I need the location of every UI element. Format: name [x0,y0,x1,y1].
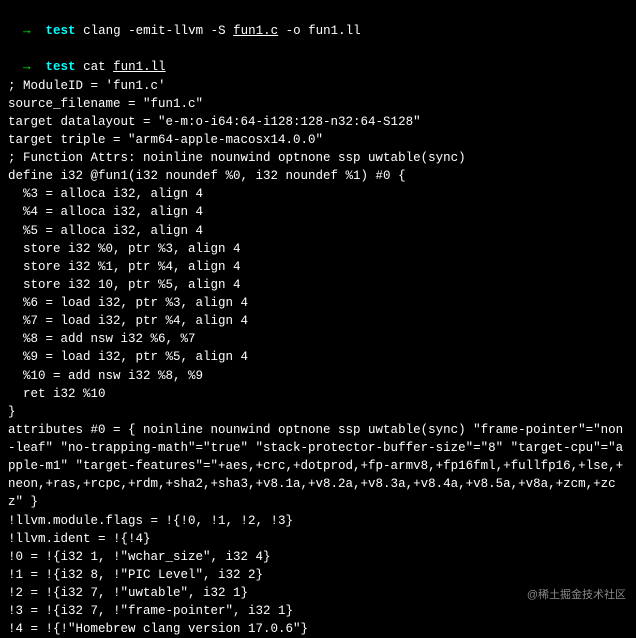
output-line: store i32 10, ptr %5, align 4 [8,276,628,294]
output-line: store i32 %0, ptr %3, align 4 [8,240,628,258]
output-line: attributes #0 = { noinline nounwind optn… [8,421,628,512]
output-line: %10 = add nsw i32 %8, %9 [8,367,628,385]
prompt-dir: test [46,60,76,74]
output-line: store i32 %1, ptr %4, align 4 [8,258,628,276]
prompt-line-1[interactable]: → test clang -emit-llvm -S fun1.c -o fun… [8,4,628,40]
command-text: clang -emit-llvm -S fun1.c -o fun1.ll [83,24,361,38]
prompt-line-2[interactable]: → test cat fun1.ll [8,40,628,76]
output-line: define i32 @fun1(i32 noundef %0, i32 nou… [8,167,628,185]
output-line: !3 = !{i32 7, !"frame-pointer", i32 1} [8,602,628,620]
output-line: !4 = !{!"Homebrew clang version 17.0.6"} [8,620,628,638]
output-line: target triple = "arm64-apple-macosx14.0.… [8,131,628,149]
output-line: ; Function Attrs: noinline nounwind optn… [8,149,628,167]
output-line: target datalayout = "e-m:o-i64:64-i128:1… [8,113,628,131]
cmd-suffix: -o fun1.ll [278,24,361,38]
command-text: cat fun1.ll [83,60,166,74]
prompt-arrow: → [23,60,31,74]
output-line: !0 = !{i32 1, !"wchar_size", i32 4} [8,548,628,566]
output-line: %4 = alloca i32, align 4 [8,203,628,221]
output-line: source_filename = "fun1.c" [8,95,628,113]
output-line: !llvm.module.flags = !{!0, !1, !2, !3} [8,512,628,530]
cmd-prefix: clang -emit-llvm -S [83,24,233,38]
output-line: %9 = load i32, ptr %5, align 4 [8,348,628,366]
output-line: ret i32 %10 [8,385,628,403]
output-line: %7 = load i32, ptr %4, align 4 [8,312,628,330]
prompt-dir: test [46,24,76,38]
output-line: %6 = load i32, ptr %3, align 4 [8,294,628,312]
output-line: } [8,403,628,421]
output-line: ; ModuleID = 'fun1.c' [8,77,628,95]
output-line: %5 = alloca i32, align 4 [8,222,628,240]
watermark: @稀土掘金技术社区 [527,588,626,604]
output-line: !1 = !{i32 8, !"PIC Level", i32 2} [8,566,628,584]
cmd-prefix: cat [83,60,113,74]
output-line: !llvm.ident = !{!4} [8,530,628,548]
output-line: %8 = add nsw i32 %6, %7 [8,330,628,348]
prompt-arrow: → [23,24,31,38]
cmd-file: fun1.ll [113,60,166,74]
output-line: %3 = alloca i32, align 4 [8,185,628,203]
cmd-file: fun1.c [233,24,278,38]
